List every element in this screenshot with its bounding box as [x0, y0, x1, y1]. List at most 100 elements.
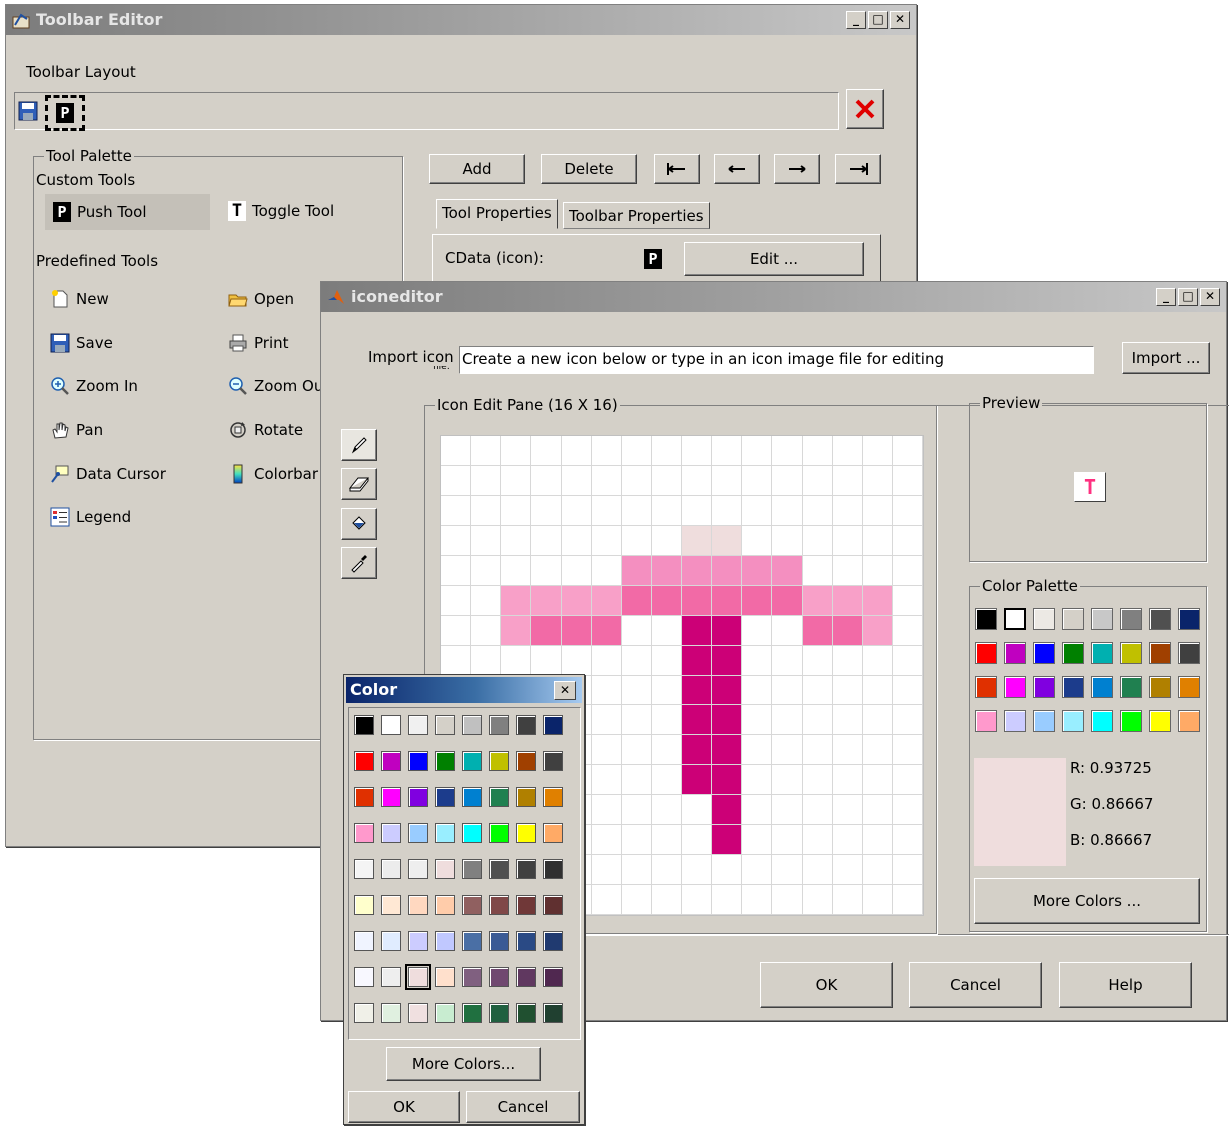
tool-new[interactable]: New	[50, 289, 109, 309]
color-swatch[interactable]	[516, 715, 536, 735]
pixel-cell[interactable]	[561, 615, 592, 646]
palette-swatch[interactable]	[1178, 642, 1200, 664]
palette-swatch[interactable]	[1178, 676, 1200, 698]
palette-swatch[interactable]	[975, 642, 997, 664]
color-swatch[interactable]	[381, 895, 401, 915]
color-swatch[interactable]	[516, 823, 536, 843]
pixel-cell[interactable]	[862, 885, 893, 915]
pixel-cell[interactable]	[862, 825, 893, 856]
pixel-cell[interactable]	[772, 615, 803, 646]
pixel-cell[interactable]	[621, 675, 652, 706]
pencil-tool-button[interactable]	[341, 429, 377, 461]
pixel-cell[interactable]	[802, 855, 833, 886]
pixel-cell[interactable]	[441, 615, 472, 646]
tool-zoom-in[interactable]: Zoom In	[50, 376, 138, 396]
pixel-cell[interactable]	[621, 495, 652, 526]
color-swatch[interactable]	[354, 967, 374, 987]
move-last-button[interactable]	[835, 154, 881, 184]
pixel-cell[interactable]	[772, 855, 803, 886]
pixel-cell[interactable]	[471, 436, 502, 466]
remove-tool-button[interactable]	[846, 89, 884, 129]
palette-swatch[interactable]	[1120, 710, 1142, 732]
pixel-cell[interactable]	[802, 615, 833, 646]
pixel-cell[interactable]	[531, 585, 562, 616]
pixel-cell[interactable]	[892, 645, 923, 676]
pixel-cell[interactable]	[712, 885, 743, 915]
pixel-cell[interactable]	[682, 465, 713, 496]
minimize-button[interactable]: _	[1156, 288, 1176, 306]
toolbar-editor-titlebar[interactable]: Toolbar Editor _ □ ✕	[6, 5, 916, 35]
pixel-cell[interactable]	[772, 825, 803, 856]
pixel-cell[interactable]	[802, 735, 833, 766]
color-swatch[interactable]	[462, 967, 482, 987]
pixel-cell[interactable]	[862, 855, 893, 886]
color-swatch[interactable]	[435, 751, 455, 771]
pixel-cell[interactable]	[651, 795, 682, 826]
color-swatch[interactable]	[354, 931, 374, 951]
close-button[interactable]: ✕	[890, 11, 910, 29]
color-swatch[interactable]	[435, 823, 455, 843]
pixel-cell[interactable]	[802, 705, 833, 736]
color-swatch[interactable]	[435, 931, 455, 951]
color-swatch[interactable]	[462, 715, 482, 735]
pixel-cell[interactable]	[742, 855, 773, 886]
pixel-cell[interactable]	[682, 735, 713, 766]
color-swatch[interactable]	[462, 787, 482, 807]
pixel-cell[interactable]	[742, 765, 773, 796]
pixel-cell[interactable]	[591, 645, 622, 676]
color-swatch[interactable]	[408, 931, 428, 951]
pixel-cell[interactable]	[441, 436, 472, 466]
pixel-cell[interactable]	[651, 436, 682, 466]
pixel-cell[interactable]	[772, 465, 803, 496]
pixel-cell[interactable]	[712, 855, 743, 886]
close-button[interactable]: ✕	[554, 681, 576, 700]
color-swatch[interactable]	[408, 859, 428, 879]
pixel-cell[interactable]	[621, 885, 652, 915]
popup-ok-button[interactable]: OK	[348, 1091, 460, 1123]
pixel-cell[interactable]	[712, 436, 743, 466]
palette-swatch[interactable]	[1120, 642, 1142, 664]
palette-swatch[interactable]	[1033, 608, 1055, 630]
color-swatch[interactable]	[516, 751, 536, 771]
pixel-cell[interactable]	[501, 525, 532, 556]
palette-swatch[interactable]	[975, 676, 997, 698]
popup-more-colors-button[interactable]: More Colors...	[386, 1047, 541, 1081]
pixel-cell[interactable]	[651, 495, 682, 526]
pixel-cell[interactable]	[862, 495, 893, 526]
pixel-cell[interactable]	[441, 465, 472, 496]
color-swatch[interactable]	[408, 751, 428, 771]
palette-swatch[interactable]	[1062, 608, 1084, 630]
pixel-cell[interactable]	[742, 525, 773, 556]
pixel-cell[interactable]	[621, 555, 652, 586]
color-swatch[interactable]	[354, 751, 374, 771]
palette-swatch[interactable]	[1149, 642, 1171, 664]
palette-swatch[interactable]	[1004, 608, 1026, 630]
pixel-cell[interactable]	[742, 885, 773, 915]
import-button[interactable]: Import ...	[1122, 342, 1210, 374]
color-swatch[interactable]	[462, 1003, 482, 1023]
pixel-cell[interactable]	[682, 495, 713, 526]
color-swatch[interactable]	[489, 823, 509, 843]
pixel-cell[interactable]	[862, 765, 893, 796]
pixel-cell[interactable]	[441, 495, 472, 526]
pixel-cell[interactable]	[892, 795, 923, 826]
palette-swatch[interactable]	[1033, 710, 1055, 732]
pixel-cell[interactable]	[742, 675, 773, 706]
palette-swatch[interactable]	[1120, 608, 1142, 630]
pixel-cell[interactable]	[651, 675, 682, 706]
pixel-cell[interactable]	[862, 615, 893, 646]
pixel-cell[interactable]	[471, 525, 502, 556]
color-swatch[interactable]	[408, 715, 428, 735]
color-swatch[interactable]	[381, 787, 401, 807]
pixel-cell[interactable]	[591, 765, 622, 796]
pixel-cell[interactable]	[471, 585, 502, 616]
pixel-cell[interactable]	[772, 555, 803, 586]
pixel-cell[interactable]	[832, 436, 863, 466]
pixel-cell[interactable]	[772, 765, 803, 796]
pixel-cell[interactable]	[862, 465, 893, 496]
pixel-cell[interactable]	[742, 615, 773, 646]
color-swatch[interactable]	[435, 859, 455, 879]
pixel-cell[interactable]	[772, 495, 803, 526]
pixel-cell[interactable]	[591, 615, 622, 646]
pixel-cell[interactable]	[441, 555, 472, 586]
